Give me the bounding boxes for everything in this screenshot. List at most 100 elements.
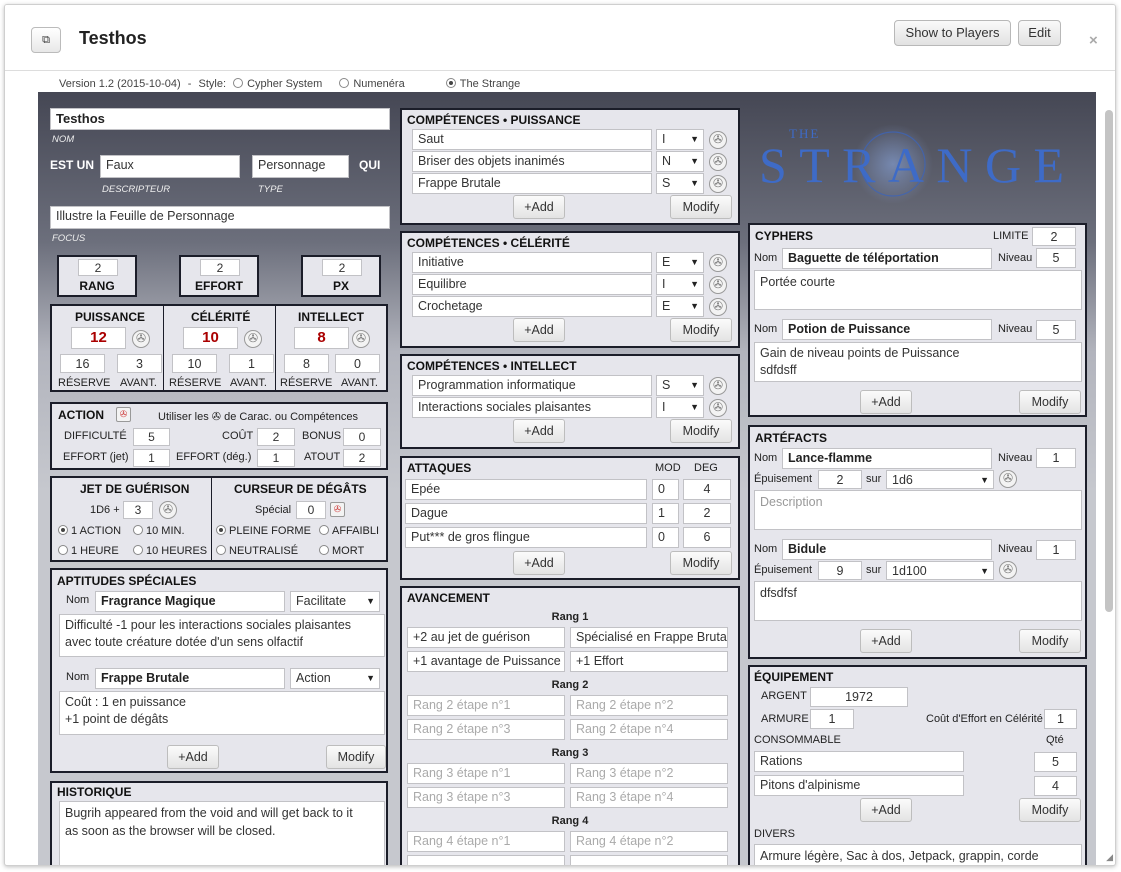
equipment-add-button[interactable]: +Add	[860, 798, 912, 822]
rank-4-step-1[interactable]: Rang 4 étape n°1	[407, 831, 565, 852]
speed-roll-dice-icon[interactable]: ✇	[244, 330, 262, 348]
skill-speed-1-level-select[interactable]: E	[656, 252, 704, 273]
equipment-modify-button[interactable]: Modify	[1019, 798, 1081, 822]
consumable-2-qty-input[interactable]: 4	[1034, 776, 1077, 796]
skill-might-2-level-select[interactable]: N	[656, 151, 704, 172]
cypher-1-name-input[interactable]: Baguette de téléportation	[782, 248, 992, 269]
damage-option-2[interactable]: AFFAIBLI	[319, 525, 379, 537]
skills-intellect-add-button[interactable]: +Add	[513, 419, 565, 443]
rank-4-step-2[interactable]: Rang 4 étape n°2	[570, 831, 728, 852]
artifact-2-dice-icon[interactable]: ✇	[999, 561, 1017, 579]
might-edge-input[interactable]: 3	[117, 354, 162, 373]
difficulty-input[interactable]: 5	[133, 428, 170, 446]
skill-might-3-input[interactable]: Frappe Brutale	[412, 173, 652, 194]
abilities-modify-button[interactable]: Modify	[326, 745, 386, 769]
skills-might-add-button[interactable]: +Add	[513, 195, 565, 219]
artifact-2-name-input[interactable]: Bidule	[782, 539, 992, 560]
rank-1-step-1[interactable]: +2 au jet de guérison	[407, 627, 565, 648]
rank-4-step-4[interactable]	[570, 855, 728, 865]
history-textarea[interactable]: Bugrih appeared from the void and will g…	[59, 801, 385, 865]
recovery-option-1[interactable]: 1 ACTION	[58, 525, 121, 537]
ability-2-description[interactable]: Coût : 1 en puissance +1 point de dégâts	[59, 691, 385, 735]
cyphers-limit-input[interactable]: 2	[1032, 227, 1076, 246]
armor-input[interactable]: 1	[810, 709, 854, 729]
artifact-1-level-input[interactable]: 1	[1036, 448, 1076, 468]
character-name-input[interactable]: Testhos	[50, 108, 390, 130]
skill-intellect-2-level-select[interactable]: I	[656, 397, 704, 418]
rank-3-step-3[interactable]: Rang 3 étape n°3	[407, 787, 565, 808]
attacks-modify-button[interactable]: Modify	[670, 551, 732, 575]
style-radio-numenera[interactable]	[339, 78, 350, 88]
skill-speed-3-level-select[interactable]: E	[656, 296, 704, 317]
rank-3-step-2[interactable]: Rang 3 étape n°2	[570, 763, 728, 784]
skill-intellect-1-level-select[interactable]: S	[656, 375, 704, 396]
skill-intellect-1-dice-icon[interactable]: ✇	[709, 377, 727, 395]
attack-3-name-input[interactable]: Put*** de gros flingue	[405, 527, 647, 548]
ability-1-description[interactable]: Difficulté -1 pour les interactions soci…	[59, 614, 385, 657]
ability-1-type-select[interactable]: Facilitate	[290, 591, 380, 612]
damage-special-input[interactable]: 0	[296, 501, 326, 519]
close-icon[interactable]: ×	[1089, 32, 1098, 49]
skill-intellect-2-input[interactable]: Interactions sociales plaisantes	[412, 397, 652, 418]
asset-input[interactable]: 2	[343, 449, 381, 467]
artifacts-add-button[interactable]: +Add	[860, 629, 912, 653]
skill-speed-2-dice-icon[interactable]: ✇	[709, 276, 727, 294]
might-pool-input[interactable]: 12	[71, 327, 126, 349]
might-roll-dice-icon[interactable]: ✇	[132, 330, 150, 348]
cypher-2-description[interactable]: Gain de niveau points de Puissance sdfds…	[754, 342, 1082, 382]
skill-might-3-dice-icon[interactable]: ✇	[709, 175, 727, 193]
cypher-2-name-input[interactable]: Potion de Puissance	[782, 319, 992, 340]
cypher-1-description[interactable]: Portée courte	[754, 270, 1082, 310]
rank-3-step-4[interactable]: Rang 3 étape n°4	[570, 787, 728, 808]
damage-dice-icon[interactable]: ✇	[330, 502, 345, 517]
show-to-players-button[interactable]: Show to Players	[894, 20, 1011, 46]
cypher-1-level-input[interactable]: 5	[1036, 248, 1076, 268]
skill-intellect-2-dice-icon[interactable]: ✇	[709, 399, 727, 417]
skill-might-1-input[interactable]: Saut	[412, 129, 652, 150]
cypher-2-level-input[interactable]: 5	[1036, 320, 1076, 340]
rank-3-step-1[interactable]: Rang 3 étape n°1	[407, 763, 565, 784]
skill-might-2-dice-icon[interactable]: ✇	[709, 153, 727, 171]
ability-2-name-input[interactable]: Frappe Brutale	[95, 668, 285, 689]
type-input[interactable]: Personnage	[252, 155, 349, 178]
misc-textarea[interactable]: Armure légère, Sac à dos, Jetpack, grapp…	[754, 844, 1082, 865]
recovery-option-3[interactable]: 1 HEURE	[58, 545, 119, 557]
descriptor-input[interactable]: Faux	[100, 155, 240, 178]
focus-input[interactable]: Illustre la Feuille de Personnage	[50, 206, 390, 229]
consumable-1-input[interactable]: Rations	[754, 751, 964, 772]
might-reserve-input[interactable]: 16	[60, 354, 105, 373]
speed-reserve-input[interactable]: 10	[172, 354, 217, 373]
tier-input[interactable]: 2	[78, 259, 118, 276]
artifact-2-level-input[interactable]: 1	[1036, 540, 1076, 560]
bonus-input[interactable]: 0	[343, 428, 381, 446]
attack-2-damage-input[interactable]: 2	[683, 503, 731, 524]
resize-handle-icon[interactable]: ◢	[1106, 852, 1113, 863]
speed-pool-input[interactable]: 10	[183, 327, 238, 349]
rank-2-step-3[interactable]: Rang 2 étape n°3	[407, 719, 565, 740]
rank-1-step-4[interactable]: +1 Effort	[570, 651, 728, 672]
consumable-1-qty-input[interactable]: 5	[1034, 752, 1077, 772]
rank-1-step-2[interactable]: Spécialisé en Frappe Bruta	[570, 627, 728, 648]
attack-2-name-input[interactable]: Dague	[405, 503, 647, 524]
skills-speed-modify-button[interactable]: Modify	[670, 318, 732, 342]
artifact-1-description[interactable]: Description	[754, 490, 1082, 530]
skill-speed-1-input[interactable]: Initiative	[412, 252, 652, 273]
ability-2-type-select[interactable]: Action	[290, 668, 380, 689]
abilities-add-button[interactable]: +Add	[167, 745, 219, 769]
armor-cost-input[interactable]: 1	[1044, 709, 1077, 729]
consumable-2-input[interactable]: Pitons d'alpinisme	[754, 775, 964, 796]
xp-input[interactable]: 2	[322, 259, 362, 276]
skills-speed-add-button[interactable]: +Add	[513, 318, 565, 342]
ability-1-name-input[interactable]: Fragrance Magique	[95, 591, 285, 612]
damage-option-1[interactable]: PLEINE FORME	[216, 525, 311, 537]
attacks-add-button[interactable]: +Add	[513, 551, 565, 575]
style-radio-strange[interactable]	[445, 78, 456, 88]
attack-3-mod-input[interactable]: 0	[652, 527, 679, 548]
effort-roll-input[interactable]: 1	[133, 449, 170, 467]
rank-4-step-3[interactable]	[407, 855, 565, 865]
skills-intellect-modify-button[interactable]: Modify	[670, 419, 732, 443]
artifact-2-depletion-input[interactable]: 9	[818, 561, 862, 580]
style-radio-cypher[interactable]	[233, 78, 244, 88]
scrollbar[interactable]	[1105, 110, 1113, 612]
skill-might-1-dice-icon[interactable]: ✇	[709, 131, 727, 149]
